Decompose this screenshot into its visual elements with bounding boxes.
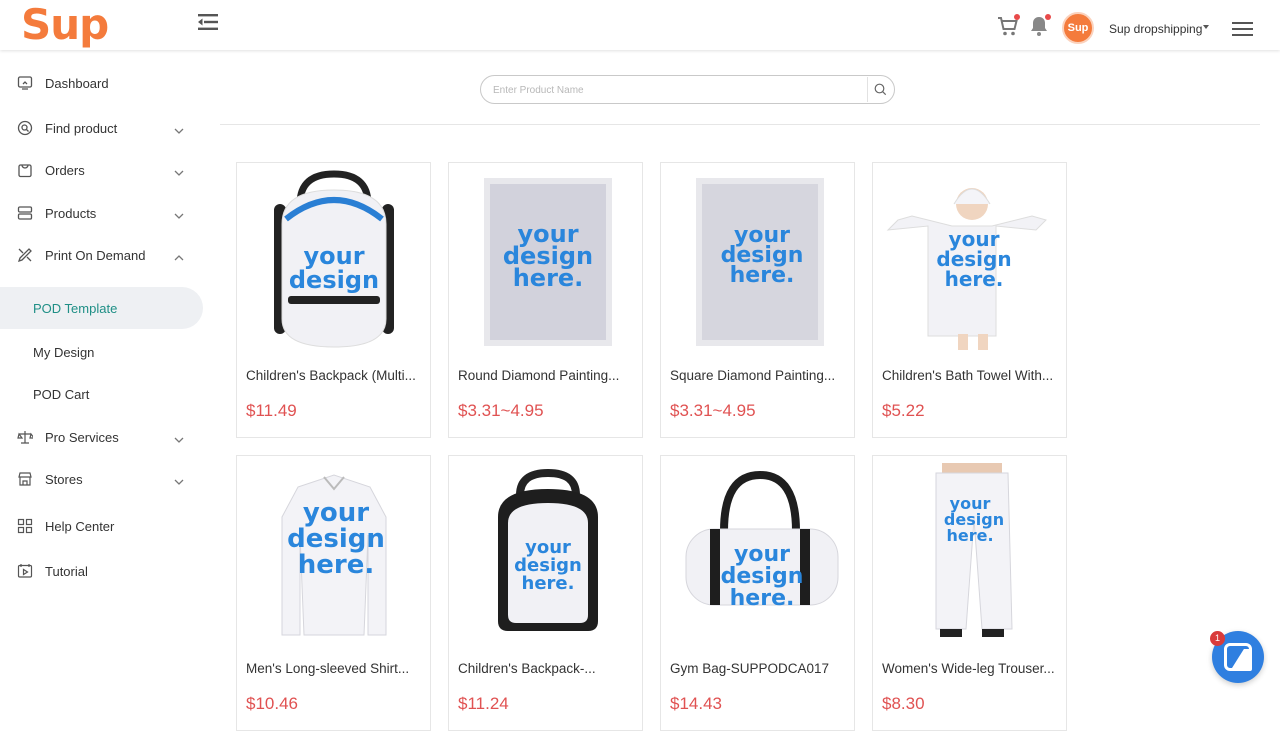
chevron-up-icon	[174, 250, 184, 261]
collapse-sidebar-icon[interactable]	[197, 12, 219, 32]
search-button[interactable]	[867, 77, 893, 102]
stores-icon	[17, 471, 33, 487]
product-image: your design here.	[450, 457, 642, 645]
sidebar-item-tutorial[interactable]: Tutorial	[0, 551, 205, 591]
hamburger-icon[interactable]	[1232, 22, 1253, 36]
product-image: your design here.	[662, 164, 854, 352]
sidebar-item-find-product[interactable]: Find product	[0, 108, 205, 148]
product-price: $3.31~4.95	[670, 401, 756, 420]
product-price: $14.43	[670, 694, 722, 713]
product-image: your design here.	[450, 164, 642, 352]
sidebar-item-label: Orders	[45, 162, 85, 178]
product-price: $11.24	[458, 694, 509, 713]
product-card[interactable]: your design here. Children's Bath Towel …	[872, 162, 1067, 438]
product-image: your design here.	[662, 457, 854, 645]
chevron-down-icon[interactable]	[1203, 25, 1209, 29]
design-text-line-2: design	[289, 266, 379, 294]
dashboard-icon	[17, 75, 33, 91]
design-text-line-3: here.	[513, 264, 584, 292]
top-header: Sup Sup Sup dropshipping	[0, 0, 1280, 50]
sidebar-item-print-on-demand[interactable]: Print On Demand	[0, 235, 205, 275]
design-text-line-3: here.	[730, 263, 795, 288]
design-text-line-3: here.	[298, 550, 374, 580]
design-text-line-3: here.	[946, 526, 993, 545]
chevron-down-icon	[174, 432, 184, 443]
sidebar-item-label: Dashboard	[45, 75, 109, 91]
help-center-icon	[17, 518, 33, 534]
sidebar-item-label: Help Center	[45, 518, 115, 534]
sidebar-item-label: Products	[45, 205, 97, 221]
sidebar-subitem-pod-cart[interactable]: POD Cart	[0, 373, 203, 415]
sidebar-nav: Dashboard Find product Orders Products P…	[0, 50, 205, 720]
sidebar-item-pro-services[interactable]: Pro Services	[0, 417, 205, 457]
sidebar-subitem-label: My Design	[33, 344, 95, 360]
product-card[interactable]: your design here. Women's Wide-leg Trous…	[872, 455, 1067, 731]
search-icon	[874, 83, 887, 96]
design-text-line-3: here.	[945, 267, 1004, 291]
product-card[interactable]: your design here. Gym Bag-SUPPODCA017 $1…	[660, 455, 855, 731]
product-name: Gym Bag-SUPPODCA017	[670, 661, 830, 676]
product-search-box	[480, 75, 895, 104]
tutorial-icon	[17, 563, 33, 579]
product-image: your design here.	[238, 457, 430, 645]
sidebar-item-dashboard[interactable]: Dashboard	[0, 63, 205, 103]
bell-icon[interactable]	[1027, 14, 1051, 38]
user-avatar[interactable]: Sup	[1062, 12, 1094, 44]
pro-services-icon	[17, 429, 36, 445]
cart-icon[interactable]	[996, 14, 1020, 38]
sidebar-item-label: Tutorial	[45, 563, 88, 579]
product-card[interactable]: your design Children's Backpack (Multi..…	[236, 162, 431, 438]
product-card[interactable]: your design here. Children's Backpack-..…	[448, 455, 643, 731]
sidebar-subitem-my-design[interactable]: My Design	[0, 331, 203, 373]
product-name: Women's Wide-leg Trouser...	[882, 661, 1055, 676]
product-name: Children's Backpack (Multi...	[246, 368, 416, 383]
sidebar-item-stores[interactable]: Stores	[0, 459, 205, 499]
product-price: $10.46	[246, 694, 298, 713]
design-text-line-3: here.	[522, 573, 575, 594]
product-price: $8.30	[882, 694, 925, 713]
product-name: Men's Long-sleeved Shirt...	[246, 661, 410, 676]
product-card[interactable]: your design here. Round Diamond Painting…	[448, 162, 643, 438]
chat-support-button[interactable]: 1	[1210, 631, 1264, 683]
sidebar-item-orders[interactable]: Orders	[0, 150, 205, 190]
chevron-down-icon	[174, 123, 184, 134]
product-name: Children's Bath Towel With...	[882, 368, 1054, 383]
product-price: $5.22	[882, 401, 925, 420]
brand-logo[interactable]: Sup	[21, 0, 109, 50]
product-name: Children's Backpack-...	[458, 661, 596, 676]
product-image: your design here.	[874, 164, 1066, 352]
chevron-down-icon	[174, 208, 184, 219]
sidebar-item-label: Pro Services	[45, 429, 119, 445]
orders-icon	[17, 162, 33, 178]
sidebar-subitem-pod-template[interactable]: POD Template	[0, 287, 203, 329]
products-icon	[17, 205, 33, 221]
sidebar-item-products[interactable]: Products	[0, 193, 205, 233]
product-card[interactable]: your design here. Men's Long-sleeved Shi…	[236, 455, 431, 731]
product-image: your design	[238, 164, 430, 352]
cart-notification-dot	[1014, 14, 1020, 20]
design-text-line-3: here.	[730, 586, 795, 611]
sidebar-item-label: Find product	[45, 120, 118, 136]
chat-notification-badge: 1	[1210, 631, 1225, 646]
sidebar-subitem-label: POD Cart	[33, 386, 90, 402]
user-name-dropdown[interactable]: Sup dropshipping	[1109, 22, 1202, 36]
product-name: Square Diamond Painting...	[670, 368, 836, 383]
product-price: $3.31~4.95	[458, 401, 544, 420]
product-card[interactable]: your design here. Square Diamond Paintin…	[660, 162, 855, 438]
print-on-demand-icon	[17, 247, 33, 263]
search-input[interactable]	[493, 81, 853, 99]
chevron-down-icon	[174, 165, 184, 176]
sidebar-item-help-center[interactable]: Help Center	[0, 506, 205, 546]
sidebar-subitem-label: POD Template	[33, 300, 118, 316]
sidebar-item-label: Stores	[45, 471, 83, 487]
product-name: Round Diamond Painting...	[458, 368, 620, 383]
sidebar-item-label: Print On Demand	[45, 247, 146, 263]
chat-icon	[1224, 643, 1252, 671]
bell-notification-dot	[1045, 14, 1051, 20]
product-image: your design here.	[874, 457, 1066, 645]
product-price: $11.49	[246, 401, 297, 420]
chevron-down-icon	[174, 474, 184, 485]
find-product-icon	[17, 120, 33, 136]
content-divider	[220, 124, 1260, 125]
